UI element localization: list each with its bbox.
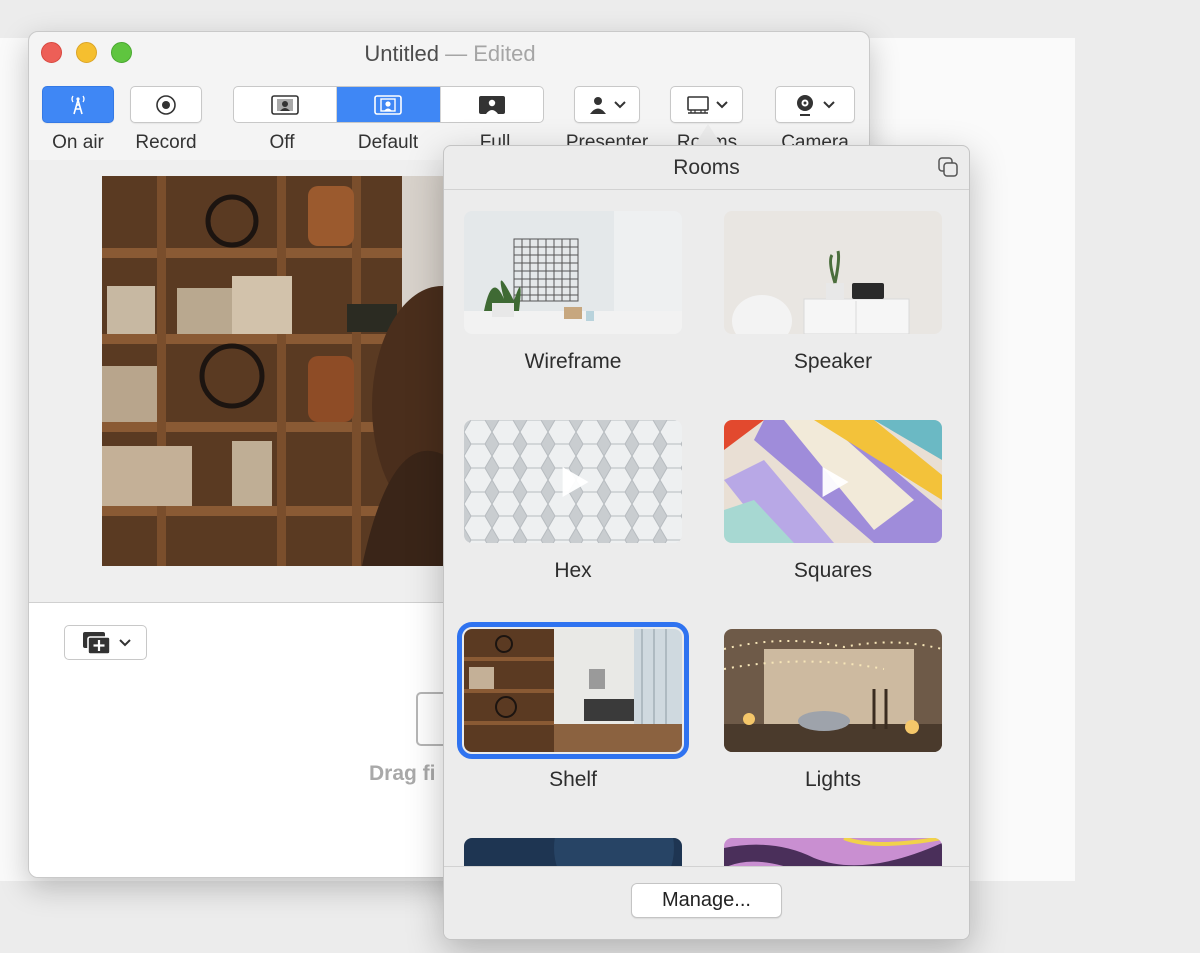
on-air-button[interactable] <box>42 86 114 123</box>
play-icon <box>562 466 589 497</box>
add-slide-icon <box>82 631 111 655</box>
room-thumbnail <box>724 838 942 866</box>
play-icon <box>822 466 849 497</box>
room-tile-partial[interactable] <box>724 838 942 866</box>
presenter-icon <box>590 96 606 114</box>
room-thumbnail <box>464 420 682 543</box>
room-thumbnail <box>464 211 682 334</box>
room-label: Lights <box>804 768 862 791</box>
record-label: Record <box>135 132 197 153</box>
camera-dropdown[interactable] <box>775 86 855 123</box>
drop-hint-text: Drag fi <box>369 762 436 785</box>
layout-off-segment[interactable] <box>234 87 338 122</box>
window-title: Untitled — Edited <box>29 41 869 67</box>
layout-full-icon <box>478 95 505 114</box>
room-tile-shelf[interactable]: Shelf <box>457 622 689 792</box>
room-thumbnail <box>457 622 689 759</box>
popover-header: Rooms <box>444 146 969 190</box>
chevron-down-icon <box>118 638 131 646</box>
camera-icon <box>797 94 813 116</box>
room-label: Squares <box>793 559 873 582</box>
room-tile-wireframe[interactable]: Wireframe <box>464 211 682 374</box>
popover-footer: Manage... <box>444 866 969 939</box>
add-slide-button[interactable] <box>64 625 147 660</box>
detach-icon[interactable] <box>937 156 959 178</box>
layout-full-segment[interactable] <box>441 87 543 122</box>
chevron-down-icon <box>614 100 626 108</box>
room-tile-partial[interactable] <box>464 838 682 866</box>
manage-rooms-button[interactable]: Manage... <box>631 883 782 918</box>
layout-default-icon <box>374 94 403 115</box>
room-thumbnail <box>724 211 942 334</box>
rooms-icon <box>686 95 709 114</box>
room-label: Shelf <box>549 768 597 791</box>
room-thumbnail <box>724 420 942 543</box>
rooms-grid: Wireframe Speaker Hex Squares Shelf Ligh… <box>444 191 969 866</box>
layout-default-label: Default <box>357 132 419 153</box>
rooms-popover: Rooms Wireframe Speaker Hex Squares Shel… <box>443 145 970 940</box>
record-button[interactable] <box>130 86 202 123</box>
layout-off-icon <box>271 94 299 115</box>
presenter-dropdown[interactable] <box>574 86 640 123</box>
room-tile-squares[interactable]: Squares <box>724 420 942 583</box>
room-label: Speaker <box>793 350 873 373</box>
title-bar: Untitled — Edited <box>29 32 869 74</box>
layout-segmented-control <box>233 86 544 123</box>
layout-off-label: Off <box>269 132 295 153</box>
room-thumbnail <box>464 838 682 866</box>
room-thumbnail <box>724 629 942 752</box>
layout-default-segment[interactable] <box>337 87 441 122</box>
room-label: Hex <box>554 559 592 582</box>
chevron-down-icon <box>715 100 728 108</box>
record-icon <box>156 94 176 115</box>
document-name: Untitled <box>364 41 439 66</box>
popover-title: Rooms <box>673 156 740 179</box>
rooms-dropdown[interactable] <box>670 86 743 123</box>
on-air-label: On air <box>52 132 104 153</box>
room-tile-lights[interactable]: Lights <box>724 629 942 792</box>
chevron-down-icon <box>823 100 835 108</box>
popover-arrow <box>694 124 722 146</box>
live-preview <box>102 176 446 566</box>
preview-image <box>102 176 446 566</box>
room-label: Wireframe <box>524 350 622 373</box>
room-tile-speaker[interactable]: Speaker <box>724 211 942 374</box>
room-tile-hex[interactable]: Hex <box>464 420 682 583</box>
on-air-tower-icon <box>71 95 85 114</box>
edited-indicator: — Edited <box>438 41 536 66</box>
